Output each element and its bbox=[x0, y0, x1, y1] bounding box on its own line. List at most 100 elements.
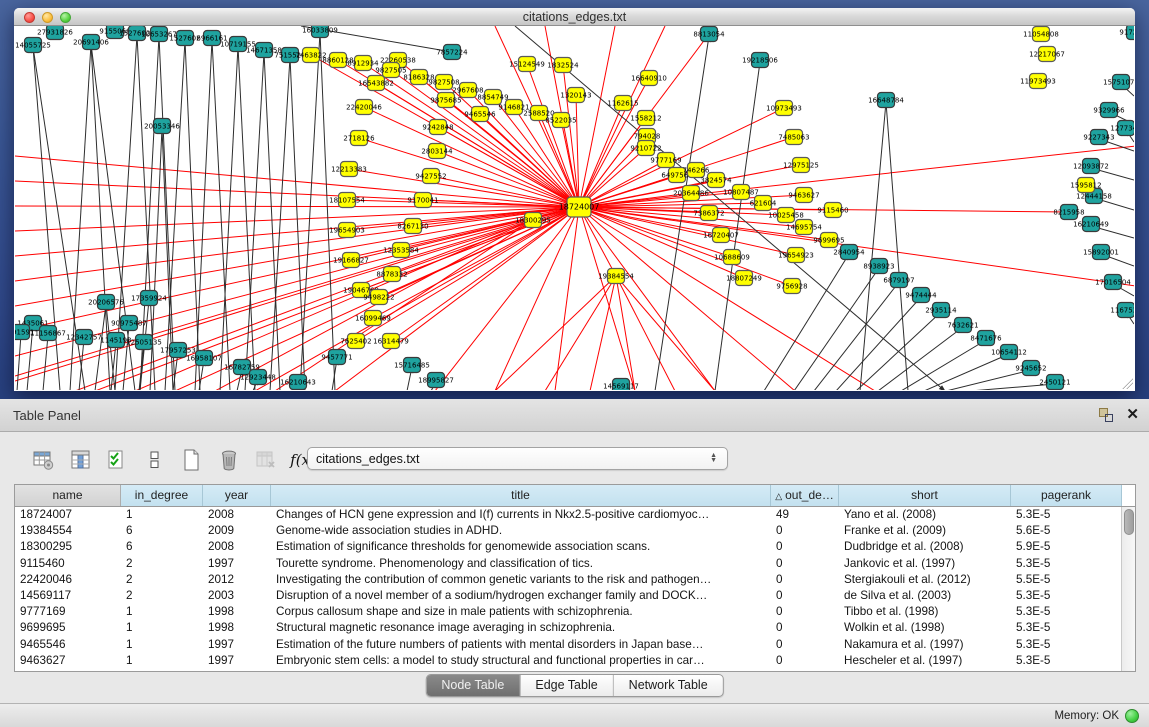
cell-in_degree[interactable]: 1 bbox=[121, 637, 203, 653]
cell-title[interactable]: Structural magnetic resonance image aver… bbox=[271, 620, 771, 636]
cell-name[interactable]: 22420046 bbox=[15, 572, 121, 588]
column-header-out_degree[interactable]: △out_de… bbox=[771, 485, 839, 506]
cell-pagerank[interactable]: 5.5E-5 bbox=[1011, 572, 1122, 588]
cell-name[interactable]: 19384554 bbox=[15, 523, 121, 539]
cell-out_degree[interactable]: 0 bbox=[771, 556, 839, 572]
network-node[interactable]: 9245652 bbox=[1015, 361, 1046, 376]
network-node[interactable]: 16210643 bbox=[280, 375, 316, 390]
row-options-button[interactable] bbox=[141, 446, 169, 474]
column-header-short[interactable]: short bbox=[839, 485, 1011, 506]
network-node[interactable]: 10654112 bbox=[991, 345, 1027, 360]
network-node[interactable]: 10688609 bbox=[714, 250, 750, 265]
network-node[interactable]: 3824574 bbox=[700, 173, 732, 188]
network-node[interactable]: 16314479 bbox=[373, 334, 409, 349]
cell-out_degree[interactable]: 0 bbox=[771, 653, 839, 669]
cell-year[interactable]: 2009 bbox=[203, 523, 271, 539]
network-node[interactable]: 7632621 bbox=[947, 318, 978, 333]
cell-pagerank[interactable]: 5.3E-5 bbox=[1011, 620, 1122, 636]
network-node[interactable]: 12975125 bbox=[783, 158, 819, 173]
cell-year[interactable]: 1997 bbox=[203, 637, 271, 653]
cell-short[interactable]: Wolkin et al. (1998) bbox=[839, 620, 1011, 636]
network-node[interactable]: 1832524 bbox=[547, 58, 579, 73]
network-node[interactable]: 7625402 bbox=[340, 334, 371, 349]
network-node[interactable]: 8471676 bbox=[970, 331, 1002, 346]
cell-in_degree[interactable]: 1 bbox=[121, 620, 203, 636]
network-node[interactable]: 9210722 bbox=[630, 141, 661, 156]
vertical-scrollbar[interactable] bbox=[1121, 507, 1135, 671]
cell-in_degree[interactable]: 1 bbox=[121, 507, 203, 523]
network-canvas[interactable]: 1405572527931826206914069155068152760211… bbox=[15, 26, 1134, 390]
column-header-title[interactable]: title bbox=[271, 485, 771, 506]
tab-edge-table[interactable]: Edge Table bbox=[520, 675, 613, 696]
cell-short[interactable]: Franke et al. (2009) bbox=[839, 523, 1011, 539]
cell-name[interactable]: 18300295 bbox=[15, 539, 121, 555]
column-header-year[interactable]: year bbox=[203, 485, 271, 506]
network-node[interactable]: 1167533 bbox=[1110, 303, 1134, 318]
tab-network-table[interactable]: Network Table bbox=[614, 675, 723, 696]
network-node[interactable]: 16648784 bbox=[868, 93, 904, 108]
cell-short[interactable]: Hescheler et al. (1997) bbox=[839, 653, 1011, 669]
cell-short[interactable]: de Silva et al. (2003) bbox=[839, 588, 1011, 604]
table-row[interactable]: 1872400712008Changes of HCN gene express… bbox=[15, 507, 1135, 523]
table-row[interactable]: 969969511998Structural magnetic resonanc… bbox=[15, 620, 1135, 636]
table-row[interactable]: 946554611997Estimation of the future num… bbox=[15, 637, 1135, 653]
network-node[interactable]: 19218506 bbox=[742, 53, 778, 68]
network-node[interactable]: 9474444 bbox=[905, 288, 937, 303]
network-node[interactable]: 9329966 bbox=[1093, 103, 1125, 118]
window-titlebar[interactable]: citations_edges.txt bbox=[14, 8, 1135, 26]
cell-in_degree[interactable]: 1 bbox=[121, 604, 203, 620]
network-node[interactable]: 12342757 bbox=[66, 330, 102, 345]
network-node[interactable]: 9115460 bbox=[817, 203, 848, 218]
float-panel-icon[interactable] bbox=[1099, 408, 1113, 422]
table-chooser-dropdown[interactable]: citations_edges.txt ▲▼ bbox=[307, 447, 728, 470]
column-header-in_degree[interactable]: in_degree bbox=[121, 485, 203, 506]
cell-out_degree[interactable]: 0 bbox=[771, 637, 839, 653]
network-node[interactable]: 18995827 bbox=[418, 373, 454, 388]
cell-title[interactable]: Embryonic stem cells: a model to study s… bbox=[271, 653, 771, 669]
cell-name[interactable]: 9777169 bbox=[15, 604, 121, 620]
network-node[interactable]: 10973493 bbox=[766, 101, 802, 116]
cell-title[interactable]: Corpus callosum shape and size in male p… bbox=[271, 604, 771, 620]
network-node[interactable]: 19384554 bbox=[598, 269, 634, 284]
network-node[interactable]: 17016504 bbox=[1095, 275, 1131, 290]
network-node[interactable]: 15892001 bbox=[1083, 245, 1119, 260]
cell-pagerank[interactable]: 5.3E-5 bbox=[1011, 507, 1122, 523]
network-node[interactable]: 16640910 bbox=[631, 71, 667, 86]
create-column-button[interactable] bbox=[178, 446, 206, 474]
cell-short[interactable]: Yano et al. (2008) bbox=[839, 507, 1011, 523]
network-node[interactable]: 19654903 bbox=[329, 223, 365, 238]
network-node[interactable]: 1558212 bbox=[630, 111, 661, 126]
cell-title[interactable]: Estimation of significance thresholds fo… bbox=[271, 539, 771, 555]
cell-in_degree[interactable]: 2 bbox=[121, 556, 203, 572]
network-node[interactable]: 8215958 bbox=[1053, 205, 1084, 220]
network-node[interactable]: 7485063 bbox=[778, 130, 809, 145]
cell-name[interactable]: 9463627 bbox=[15, 653, 121, 669]
network-node[interactable]: 12353584 bbox=[383, 243, 419, 258]
network-node[interactable]: 6879197 bbox=[883, 273, 914, 288]
cell-short[interactable]: Stergiakouli et al. (2012) bbox=[839, 572, 1011, 588]
cell-year[interactable]: 1998 bbox=[203, 620, 271, 636]
cell-out_degree[interactable]: 0 bbox=[771, 572, 839, 588]
table-row[interactable]: 911546021997Tourette syndrome. Phenomeno… bbox=[15, 556, 1135, 572]
cell-short[interactable]: Nakamura et al. (1997) bbox=[839, 637, 1011, 653]
change-table-mode-button[interactable] bbox=[30, 446, 58, 474]
cell-in_degree[interactable]: 2 bbox=[121, 572, 203, 588]
cell-year[interactable]: 2008 bbox=[203, 539, 271, 555]
resize-grip[interactable] bbox=[1120, 376, 1133, 389]
network-node[interactable]: 16033809 bbox=[302, 26, 338, 38]
network-node[interactable]: 20053346 bbox=[144, 119, 180, 134]
column-header-pagerank[interactable]: pagerank bbox=[1011, 485, 1122, 506]
cell-in_degree[interactable]: 1 bbox=[121, 653, 203, 669]
network-node[interactable]: 27931826 bbox=[37, 26, 73, 40]
cell-pagerank[interactable]: 5.3E-5 bbox=[1011, 604, 1122, 620]
table-row[interactable]: 1456911722003Disruption of a novel membe… bbox=[15, 588, 1135, 604]
network-node[interactable]: 2450121 bbox=[1039, 375, 1070, 390]
select-rows-button[interactable] bbox=[104, 446, 132, 474]
scrollbar-thumb[interactable] bbox=[1124, 509, 1134, 535]
cell-pagerank[interactable]: 5.3E-5 bbox=[1011, 556, 1122, 572]
cell-out_degree[interactable]: 0 bbox=[771, 604, 839, 620]
cell-year[interactable]: 1997 bbox=[203, 556, 271, 572]
network-node[interactable]: 9875685 bbox=[430, 93, 461, 108]
network-node[interactable]: 11054808 bbox=[1023, 27, 1059, 42]
cell-name[interactable]: 9465546 bbox=[15, 637, 121, 653]
